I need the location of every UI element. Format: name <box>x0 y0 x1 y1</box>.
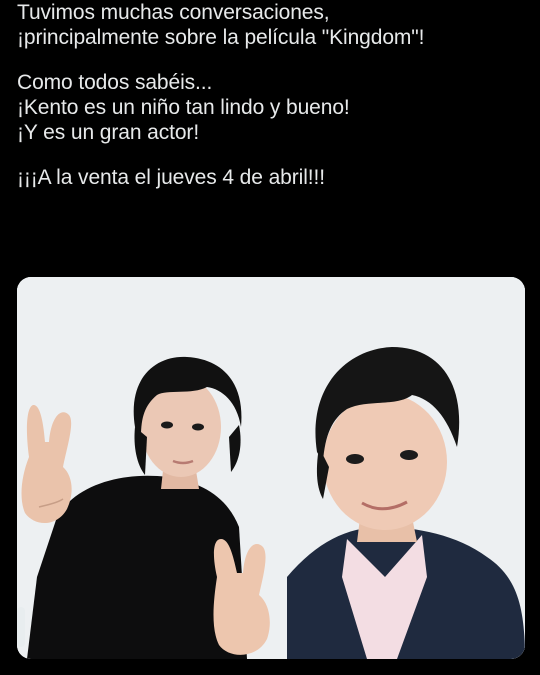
tweet-photo[interactable] <box>17 277 525 659</box>
photo-illustration <box>17 277 525 659</box>
tweet-line-1: Tuvimos muchas conversaciones, <box>17 1 330 24</box>
tweet-line-5: ¡Y es un gran actor! <box>17 121 200 144</box>
tweet-line-4: ¡Kento es un niño tan lindo y bueno! <box>17 96 350 119</box>
tweet-text: Tuvimos muchas conversaciones, ¡principa… <box>17 0 532 190</box>
tweet-line-3: Como todos sabéis... <box>17 71 213 94</box>
tweet-line-2: ¡principalmente sobre la película "Kingd… <box>17 26 425 49</box>
tweet-line-6: ¡¡¡A la venta el jueves 4 de abril!!! <box>17 166 325 189</box>
